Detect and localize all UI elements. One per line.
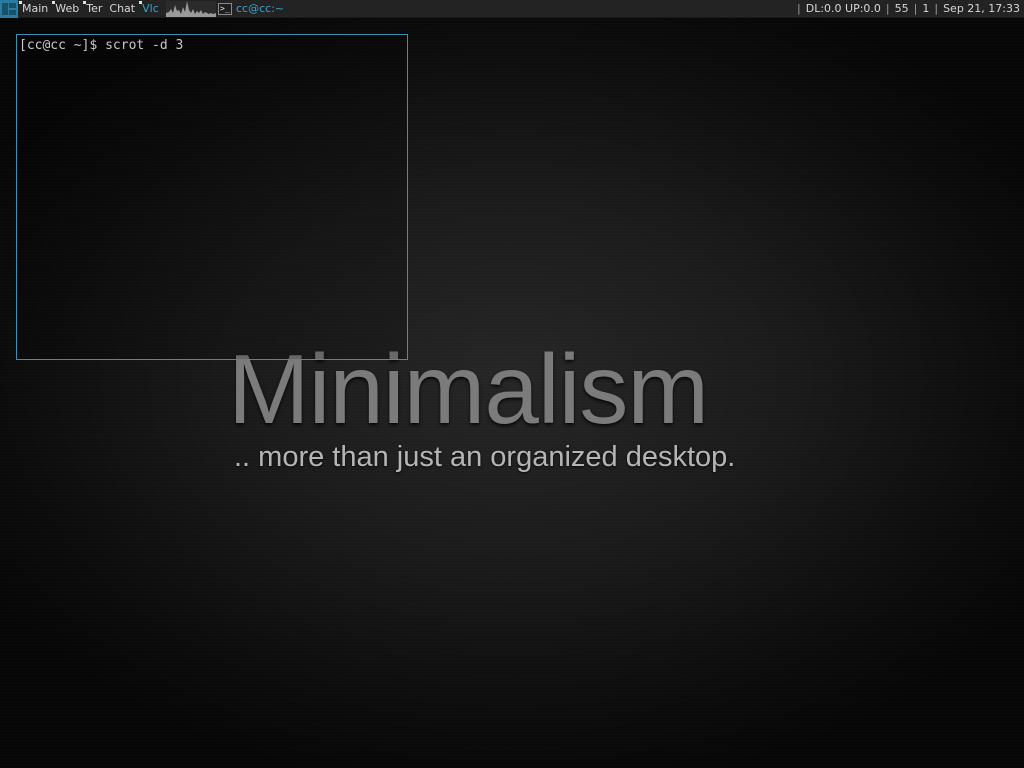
task-cc-terminal[interactable]: >_ cc@cc:~ [218,0,284,18]
cpu-graph-widget [166,1,216,17]
clock[interactable]: Sep 21, 17:33 [943,0,1020,18]
status-area: | DL:0.0 UP:0.0 | 55 | 1 | Sep 21, 17:33 [792,0,1020,18]
tag-main[interactable]: Main [19,0,52,18]
tag-chat[interactable]: Chat [106,0,139,18]
layout-icon[interactable] [0,0,18,18]
terminal-prompt-line: [cc@cc ~]$ scrot -d 3 [19,38,184,53]
wallpaper-subtitle: .. more than just an organized desktop. [234,441,736,473]
terminal-window[interactable]: [cc@cc ~]$ scrot -d 3 [16,34,408,360]
tag-vlc[interactable]: Vlc [139,0,163,18]
network-speed: DL:0.0 UP:0.0 [805,2,881,15]
terminal-icon: >_ [218,3,232,15]
tag-list: Main Web Ter Chat Vlc [19,0,163,18]
top-bar: Main Web Ter Chat Vlc >_ cc@cc:~ | DL:0.… [0,0,1024,18]
task-title: cc@cc:~ [236,2,285,15]
tag-ter[interactable]: Ter [83,0,106,18]
status-value-2: 1 [922,2,930,15]
tag-web[interactable]: Web [52,0,83,18]
status-value-1: 55 [894,2,909,15]
